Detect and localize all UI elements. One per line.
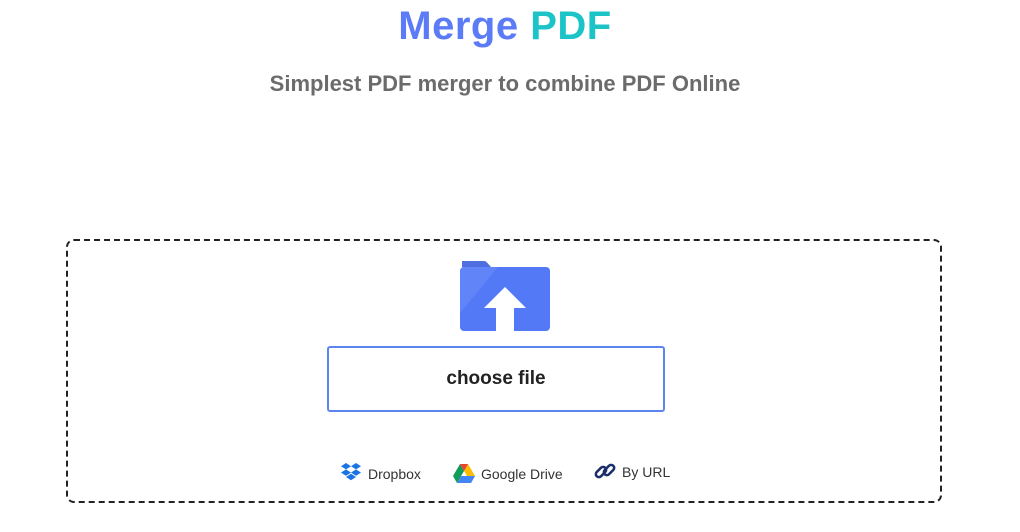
page-subtitle: Simplest PDF merger to combine PDF Onlin… [269,71,741,96]
page-title: Merge PDF [0,2,1010,50]
page-title-part-pdf: PDF [530,4,612,48]
google-drive-icon [453,463,481,486]
by-url-label: By URL [622,464,671,480]
choose-file-button[interactable]: choose file [327,346,665,412]
dropbox-label: Dropbox [368,466,421,482]
upload-sources: Dropbox Google Drive By URL [0,460,1010,488]
by-url-button[interactable]: By URL [594,458,670,486]
google-drive-button[interactable]: Google Drive [453,460,563,488]
dropbox-icon [340,462,368,486]
folder-upload-icon[interactable] [458,259,552,333]
page-title-part-merge: Merge [398,4,519,48]
google-drive-label: Google Drive [481,466,563,482]
link-icon [594,460,622,485]
dropbox-button[interactable]: Dropbox [340,460,421,488]
merge-pdf-page: Merge PDF Simplest PDF merger to combine… [0,0,1020,532]
